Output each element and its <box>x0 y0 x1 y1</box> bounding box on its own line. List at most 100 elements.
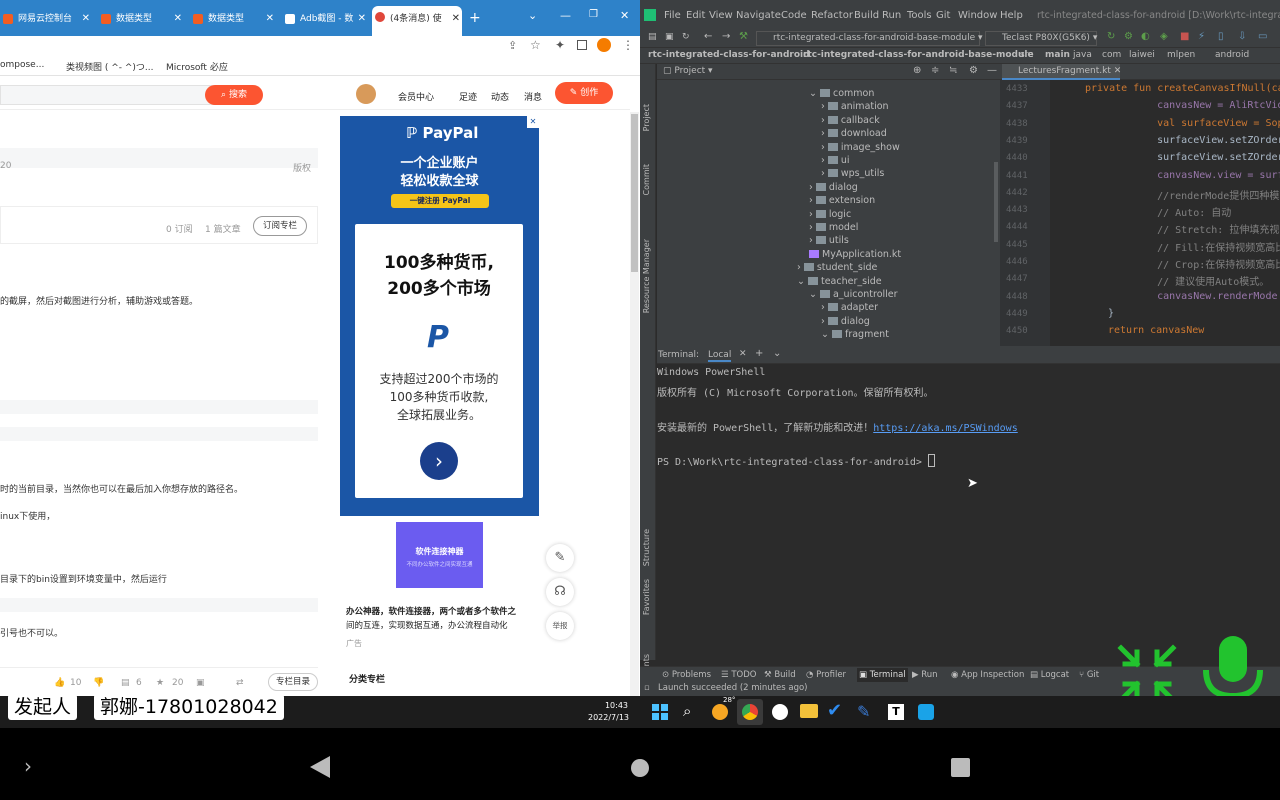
chrome-icon[interactable] <box>742 704 758 720</box>
code-line[interactable]: //renderMode提供四种模式: <box>1133 187 1280 202</box>
code-line[interactable]: canvasNew.view = surfaceV <box>1133 170 1280 181</box>
chevron-icon[interactable]: › <box>821 155 828 166</box>
code-line[interactable]: // Auto: 自动 <box>1133 204 1231 219</box>
side-tab-commit[interactable]: Commit <box>642 164 651 195</box>
editor-tab[interactable]: LecturesFragment.kt ✕ <box>1002 64 1121 80</box>
microphone-icon[interactable] <box>1200 634 1266 696</box>
tree-item[interactable]: › logic <box>809 209 851 220</box>
promo-text[interactable]: 办公神器，软件连接器，两个或者多个软件之 <box>346 605 516 617</box>
menu-view[interactable]: View <box>709 10 733 21</box>
locate-icon[interactable]: ⊕ <box>913 65 921 76</box>
ad-close-icon[interactable]: ✕ <box>527 116 539 128</box>
menu-git[interactable]: Git <box>936 10 950 21</box>
chevron-icon[interactable]: › <box>797 262 804 273</box>
home-button[interactable] <box>631 759 649 777</box>
debug-icon[interactable]: ⚙ <box>1124 31 1133 42</box>
code-line[interactable]: // Stretch: 拉伸填充视图,不 <box>1133 221 1280 236</box>
ad-next-button[interactable]: › <box>420 442 458 480</box>
menu-tools[interactable]: Tools <box>907 10 932 21</box>
tree-item[interactable]: ⌄ teacher_side <box>797 276 882 287</box>
search-button[interactable]: ⌕ 搜索 <box>205 85 263 105</box>
tree-scrollbar[interactable] <box>994 162 998 242</box>
menu-edit[interactable]: Edit <box>686 10 705 21</box>
code-line[interactable]: private fun createCanvasIfNull(ca <box>1085 83 1280 94</box>
chevron-icon[interactable]: › <box>821 128 828 139</box>
cloud-icon[interactable] <box>918 704 934 720</box>
star-icon[interactable]: ★ <box>156 678 164 688</box>
code-line[interactable]: // 建议使用Auto模式。 <box>1133 273 1269 288</box>
bookmark-item[interactable]: Microsoft 必应 <box>166 60 228 73</box>
extensions-icon[interactable]: ✦ <box>555 38 565 52</box>
tree-item[interactable]: › callback <box>821 115 880 126</box>
recents-button[interactable] <box>951 758 970 777</box>
terminal-prompt[interactable]: PS D:\Work\rtc-integrated-class-for-andr… <box>657 454 935 468</box>
tree-item[interactable]: › extension <box>809 195 875 206</box>
maximize-icon[interactable]: ❐ <box>589 9 598 20</box>
code-line[interactable]: surfaceView.setZOrderOnTo <box>1133 135 1280 146</box>
profile-icon[interactable]: ◐ <box>1141 31 1150 42</box>
share-icon[interactable]: ⇄ <box>236 678 244 688</box>
forward-icon[interactable]: → <box>722 31 730 42</box>
nav-messages[interactable]: 消息 <box>524 90 542 103</box>
run-config-select[interactable]: rtc-integrated-class-for-android-base-mo… <box>756 31 983 46</box>
back-icon[interactable]: ← <box>704 31 712 42</box>
headset-icon[interactable]: ☊ <box>546 578 574 606</box>
weather-icon[interactable] <box>712 704 728 720</box>
side-tab-structure[interactable]: Structure <box>642 529 651 566</box>
sync-icon[interactable]: ↻ <box>682 32 690 42</box>
terminal-tab-local[interactable]: Local <box>708 350 732 362</box>
side-tab-favorites[interactable]: Favorites <box>642 579 651 615</box>
tab-profiler[interactable]: ◔ Profiler <box>806 670 846 680</box>
bookmark-item[interactable]: ompose... <box>0 60 44 70</box>
stop-icon[interactable]: ■ <box>1180 31 1189 42</box>
chevron-icon[interactable]: ⌄ <box>809 289 820 300</box>
star-icon[interactable]: ☆ <box>530 38 541 52</box>
close-icon[interactable]: ✕ <box>174 8 182 30</box>
device-select[interactable]: Teclast P80X(G5K6) ▾ <box>985 31 1097 46</box>
tree-item[interactable]: › download <box>821 128 887 139</box>
sidebar-icon[interactable] <box>577 40 587 50</box>
tab-build[interactable]: ⚒ Build <box>764 670 796 680</box>
chevron-icon[interactable]: ⌄ <box>797 276 808 287</box>
tab-app-inspection[interactable]: ◉ App Inspection <box>951 670 1024 680</box>
share-icon[interactable]: ⇪ <box>508 39 517 52</box>
chevron-down-icon[interactable]: ⌄ <box>773 348 781 359</box>
browser-tab[interactable]: 网易云控制台 ✕ <box>0 8 92 30</box>
side-tab-project[interactable]: Project <box>642 104 651 131</box>
hammer-icon[interactable]: ⚒ <box>739 31 748 42</box>
create-button[interactable]: ✎ 创作 <box>555 82 613 104</box>
feather-icon[interactable]: ✎ <box>857 702 870 721</box>
menu-run[interactable]: Run <box>882 10 901 21</box>
menu-refactor[interactable]: Refactor <box>811 10 853 21</box>
report-button[interactable]: 举报 <box>546 612 574 640</box>
promo-text[interactable]: 间的互连，实现数据互通，办公流程自动化 <box>346 619 508 631</box>
menu-window[interactable]: Window <box>958 10 997 21</box>
menu-help[interactable]: Help <box>1000 10 1023 21</box>
promo-image[interactable]: 软件连接神器 不同办公软件之间实现互通 <box>396 522 483 588</box>
chevron-icon[interactable]: ⌄ <box>809 88 820 99</box>
hide-icon[interactable]: — <box>987 65 997 76</box>
menu-navigate[interactable]: Navigate <box>736 10 781 21</box>
clock-date[interactable]: 2022/7/13 <box>588 713 629 722</box>
copyright-link[interactable]: 版权 <box>293 161 311 174</box>
chevron-icon[interactable]: › <box>809 195 816 206</box>
user-avatar[interactable] <box>356 84 376 104</box>
close-icon[interactable]: ✕ <box>739 349 747 359</box>
menu-build[interactable]: Build <box>854 10 879 21</box>
chevron-icon[interactable]: › <box>821 316 828 327</box>
avd-icon[interactable]: ▭ <box>1258 31 1267 42</box>
browser-tab-active[interactable]: (4条消息) 使 ✕ <box>372 6 462 36</box>
new-tab-button[interactable]: + <box>469 10 481 26</box>
comment-icon[interactable]: ▤ <box>121 678 130 688</box>
app-icon[interactable] <box>772 704 788 720</box>
back-button[interactable] <box>310 756 330 781</box>
run-icon[interactable]: ↻ <box>1107 31 1115 42</box>
tree-item[interactable]: › animation <box>821 101 889 112</box>
close-icon[interactable]: ✕ <box>266 8 274 30</box>
nav-footprint[interactable]: 足迹 <box>459 90 477 103</box>
close-icon[interactable]: ✕ <box>82 8 90 30</box>
tree-item[interactable]: › dialog <box>821 316 870 327</box>
exit-fullscreen-icon[interactable] <box>1115 642 1179 696</box>
chevron-icon[interactable]: › <box>821 142 828 153</box>
browser-tab[interactable]: 数据类型 ✕ <box>98 8 184 30</box>
